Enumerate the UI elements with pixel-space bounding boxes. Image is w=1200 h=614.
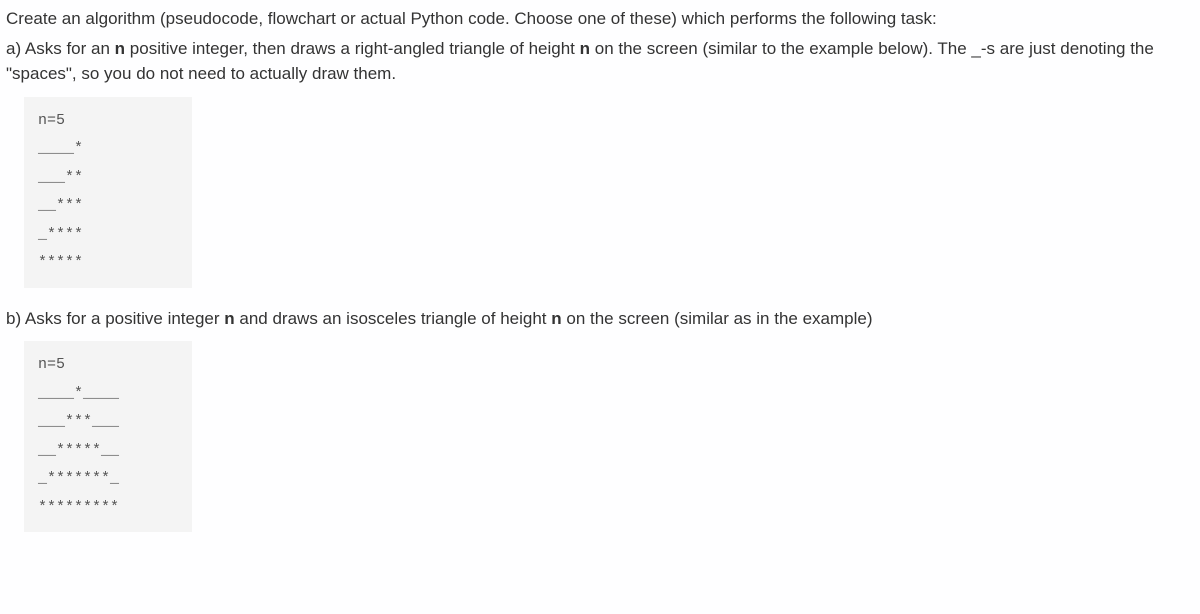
part-a-prefix: a) Asks for an <box>6 39 115 58</box>
part-a-text: a) Asks for an n positive integer, then … <box>6 36 1194 87</box>
code-a-line-0: n=5 <box>38 107 178 136</box>
part-b-bold2: n <box>551 309 561 328</box>
code-b-line-3: ___***___ <box>38 408 178 437</box>
code-a-line-5: _**** <box>38 221 178 250</box>
code-a-line-4: __*** <box>38 192 178 221</box>
part-a-mid1: positive integer, then draws a right-ang… <box>125 39 580 58</box>
code-a-line-2: ____* <box>38 135 178 164</box>
code-b-line-0: n=5 <box>38 351 178 380</box>
part-a-bold1: n <box>115 39 125 58</box>
part-a-bold2: n <box>580 39 590 58</box>
code-a-line-6: ***** <box>38 249 178 278</box>
code-a-line-3: ___** <box>38 164 178 193</box>
part-b-mid1: and draws an isosceles triangle of heigh… <box>235 309 552 328</box>
intro-text: Create an algorithm (pseudocode, flowcha… <box>6 6 1194 32</box>
part-b-mid2: on the screen (similar as in the example… <box>562 309 873 328</box>
part-b-prefix: b) Asks for a positive integer <box>6 309 224 328</box>
code-b-line-4: __*****__ <box>38 437 178 466</box>
part-b-bold1: n <box>224 309 234 328</box>
code-block-a: n=5 ____* ___** __*** _**** ***** <box>24 97 192 288</box>
code-b-line-5: _*******_ <box>38 465 178 494</box>
code-block-b: n=5 ____*____ ___***___ __*****__ _*****… <box>24 341 192 532</box>
code-b-line-2: ____*____ <box>38 380 178 409</box>
code-b-line-6: ********* <box>38 494 178 523</box>
part-b-text: b) Asks for a positive integer n and dra… <box>6 306 1194 332</box>
